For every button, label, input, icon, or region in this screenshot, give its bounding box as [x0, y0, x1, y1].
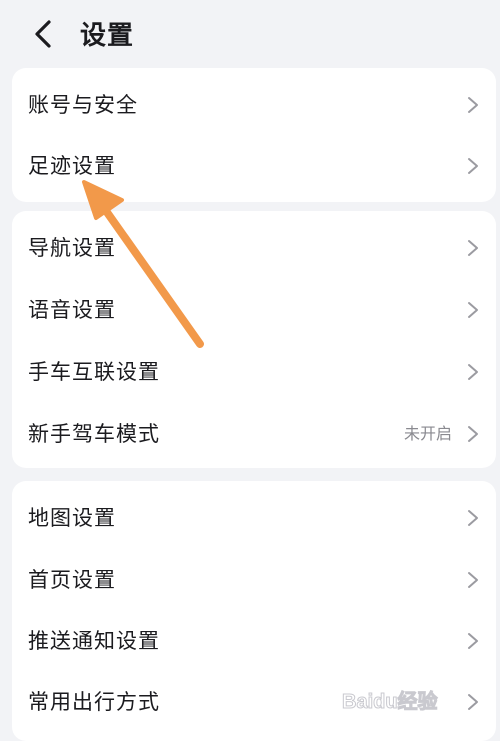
settings-row-push-notification[interactable]: 推送通知设置: [12, 610, 496, 672]
chevron-right-icon: [468, 510, 478, 526]
row-label: 手车互联设置: [28, 360, 160, 384]
settings-row-footprint[interactable]: 足迹设置: [12, 135, 496, 197]
chevron-right-icon: [468, 302, 478, 318]
top-bar: 设置: [0, 0, 500, 66]
chevron-right-icon: [468, 240, 478, 256]
row-label: 地图设置: [28, 506, 116, 530]
settings-row-map[interactable]: 地图设置: [12, 487, 496, 549]
status-value: 未开启: [403, 424, 452, 443]
chevron-right-icon: [468, 364, 478, 380]
row-label: 推送通知设置: [28, 629, 160, 653]
settings-row-homepage[interactable]: 首页设置: [12, 549, 496, 611]
back-button[interactable]: [26, 14, 60, 54]
row-label: 足迹设置: [28, 154, 116, 178]
chevron-left-icon: [35, 20, 51, 48]
row-label: 语音设置: [28, 298, 116, 322]
row-label: 首页设置: [28, 568, 116, 592]
watermark-text: Baidu经验: [342, 689, 438, 713]
row-label: 新手驾车模式: [28, 422, 160, 446]
settings-row-phone-car-connect[interactable]: 手车互联设置: [12, 341, 496, 403]
row-label: 导航设置: [28, 236, 116, 260]
chevron-right-icon: [468, 158, 478, 174]
baidu-watermark: Baidu经验: [342, 686, 492, 716]
settings-row-novice-driving-mode[interactable]: 新手驾车模式 未开启: [12, 403, 496, 465]
page-title: 设置: [80, 21, 135, 51]
watermark-logo-icon: Baidu经验: [342, 689, 439, 714]
settings-row-voice[interactable]: 语音设置: [12, 279, 496, 341]
settings-group-account: 账号与安全 足迹设置: [12, 68, 496, 202]
chevron-right-icon: [468, 97, 478, 113]
settings-row-account-security[interactable]: 账号与安全: [12, 74, 496, 136]
settings-row-navigation[interactable]: 导航设置: [12, 217, 496, 279]
settings-group-driving: 导航设置 语音设置 手车互联设置 新手驾车模式 未开启: [12, 211, 496, 468]
chevron-right-icon: [468, 633, 478, 649]
chevron-right-icon: [468, 426, 478, 442]
row-label: 账号与安全: [28, 93, 138, 117]
chevron-right-icon: [468, 572, 478, 588]
